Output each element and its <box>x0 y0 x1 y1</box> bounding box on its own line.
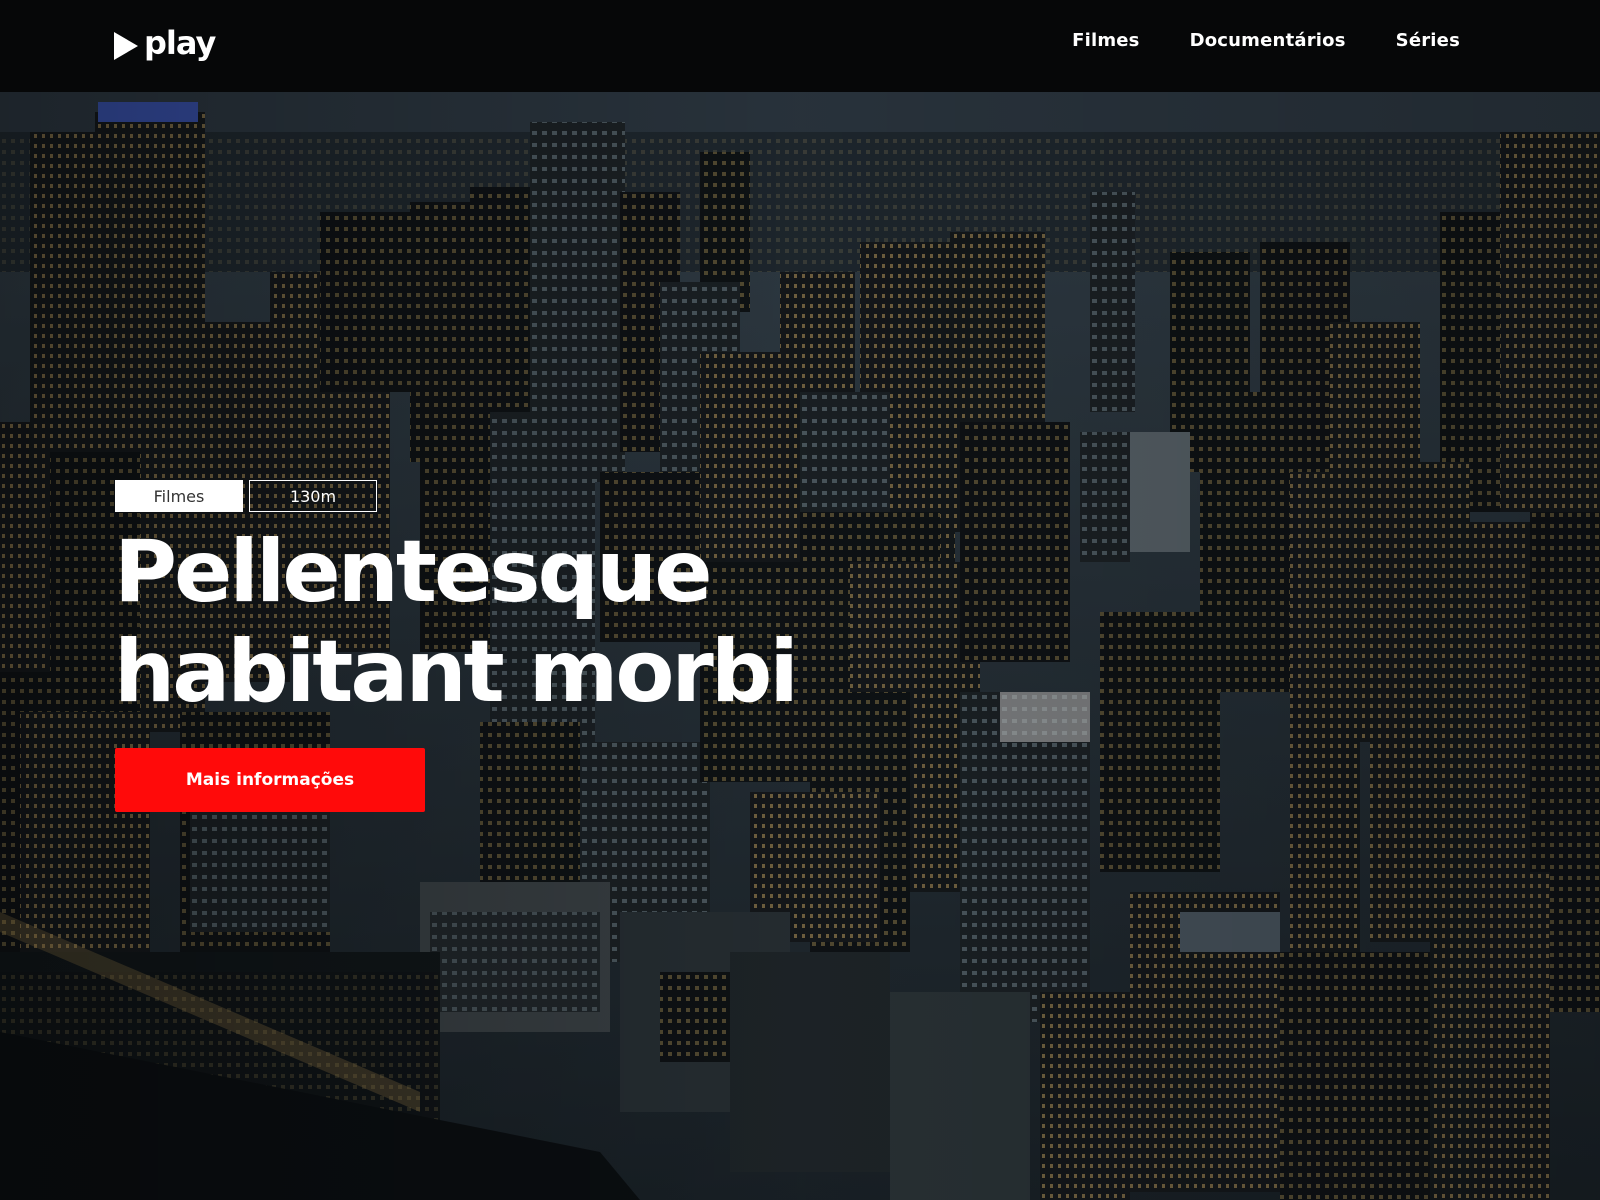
hero-title-line-1: Pellentesque <box>114 522 713 622</box>
genre-tag: Filmes <box>115 480 243 512</box>
main-nav: Filmes Documentários Séries <box>1072 30 1460 51</box>
nav-link-filmes[interactable]: Filmes <box>1072 30 1140 51</box>
logo-text: play <box>144 24 216 62</box>
play-triangle-icon <box>114 32 138 60</box>
duration-tag: 130m <box>249 480 377 512</box>
nav-link-series[interactable]: Séries <box>1396 30 1460 51</box>
hero-tags: Filmes 130m <box>115 480 377 512</box>
hero-title: Pellentesque habitant morbi <box>114 522 1014 722</box>
more-info-button[interactable]: Mais informações <box>115 748 425 812</box>
hero-title-line-2: habitant morbi <box>114 622 799 722</box>
nav-link-documentarios[interactable]: Documentários <box>1190 30 1346 51</box>
top-navbar: play Filmes Documentários Séries <box>0 0 1600 92</box>
logo[interactable]: play <box>114 24 216 66</box>
